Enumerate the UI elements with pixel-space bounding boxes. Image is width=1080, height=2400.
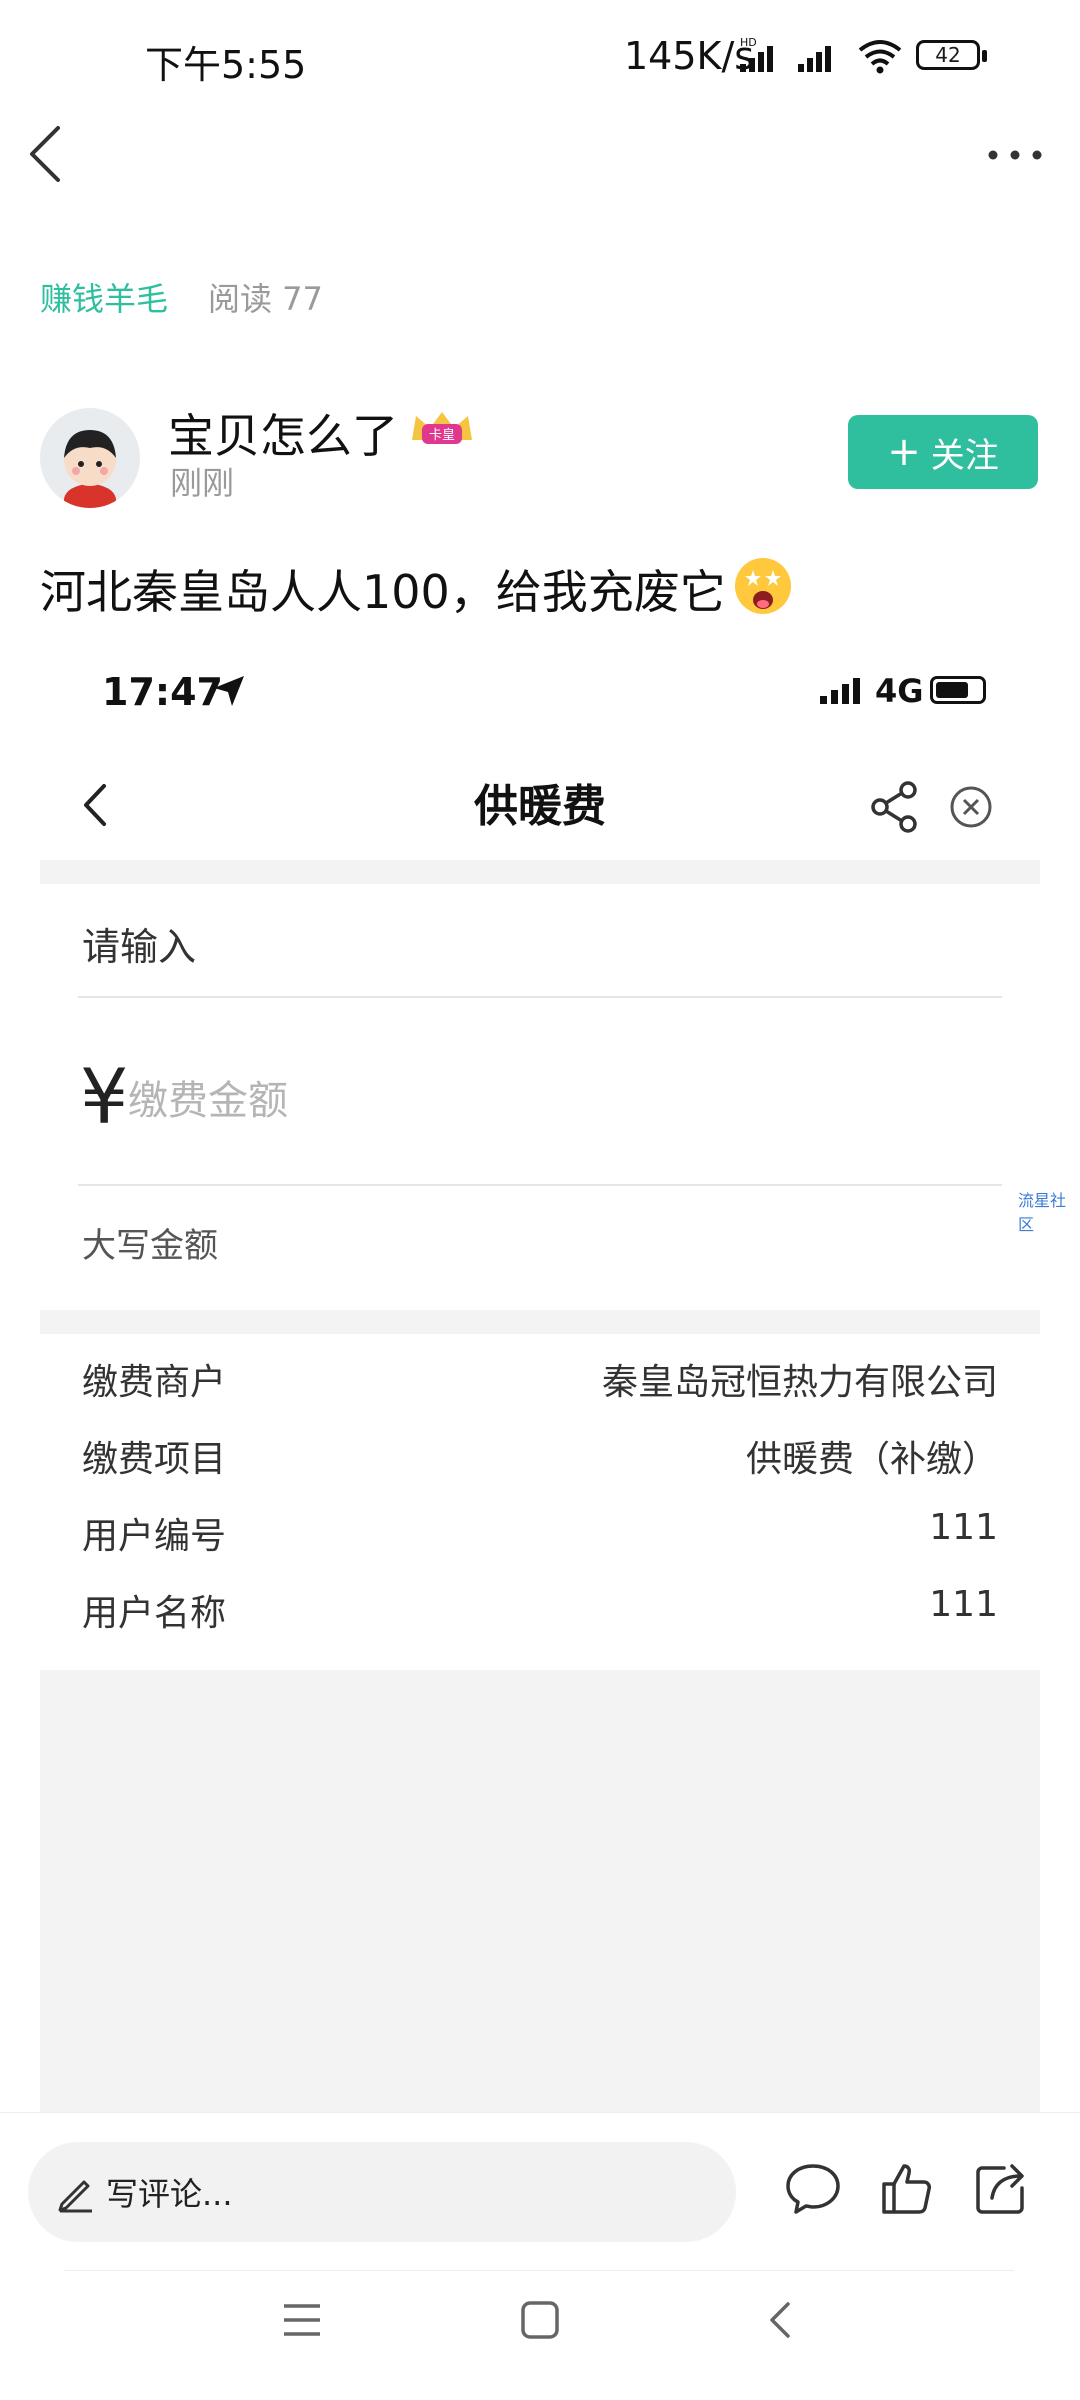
home-icon[interactable] <box>520 2300 560 2340</box>
wifi-icon <box>858 40 902 74</box>
author-name[interactable]: 宝贝怎么了 <box>168 400 398 466</box>
battery-icon: 42 <box>916 40 980 70</box>
like-icon[interactable] <box>878 2160 934 2216</box>
row-label: 用户编号 <box>82 1516 227 1557</box>
gray-spacer <box>40 860 1040 884</box>
avatar[interactable] <box>40 408 140 508</box>
hd-signal-icon: HD <box>740 36 773 72</box>
inner-battery-icon <box>930 676 986 704</box>
divider <box>78 1184 1002 1186</box>
row-value: 111 <box>929 1507 998 1548</box>
watermark: 流星社区 <box>1018 1191 1067 1234</box>
battery-level: 42 <box>935 43 961 67</box>
empty-area <box>40 1670 1040 2112</box>
comment-icon[interactable] <box>784 2162 842 2216</box>
amount-input[interactable]: 缴费金额 <box>128 1068 288 1126</box>
close-circle-icon[interactable] <box>948 784 994 830</box>
net-speed: 145K/s <box>624 34 755 78</box>
input-field[interactable]: 请输入 <box>82 916 196 971</box>
battery-tip <box>982 50 987 62</box>
uppercase-amount-label: 大写金额 <box>82 1226 218 1266</box>
plus-icon: + <box>887 429 921 475</box>
signal-icon <box>798 46 831 72</box>
follow-button[interactable]: + 关注 <box>848 415 1038 489</box>
inner-signal-icon <box>820 678 860 704</box>
post-text: 河北秦皇岛人人100，给我充废它 <box>40 565 726 619</box>
row-value: 秦皇岛冠恒热力有限公司 <box>601 1362 998 1403</box>
status-time: 下午5:55 <box>145 43 307 87</box>
chevron-left-icon[interactable] <box>22 120 72 190</box>
location-arrow-icon <box>214 676 244 706</box>
inner-status-time: 17:47 <box>102 670 223 714</box>
badge-text: 卡皇 <box>429 428 455 443</box>
embedded-screenshot[interactable]: 17:47 4G 供暖费 请输入 ¥ 缴费金额 大写金额 缴费商户 秦皇岛冠恒热… <box>40 640 1040 2112</box>
divider <box>64 2270 1014 2271</box>
row-label: 缴费商户 <box>82 1362 227 1403</box>
more-icon[interactable] <box>985 140 1045 170</box>
follow-label: 关注 <box>930 435 999 476</box>
share-icon[interactable] <box>868 780 920 834</box>
read-count: 阅读 77 <box>208 280 323 318</box>
comment-input[interactable]: 写评论... <box>28 2142 736 2242</box>
row-label: 用户名称 <box>82 1593 227 1634</box>
comment-placeholder: 写评论... <box>106 2175 233 2213</box>
crown-badge-icon: 卡皇 <box>408 410 476 450</box>
divider <box>78 996 1002 998</box>
share-out-icon[interactable] <box>974 2160 1030 2216</box>
row-label: 缴费项目 <box>82 1439 227 1480</box>
gray-spacer <box>40 1310 1040 1334</box>
svg-text:HD: HD <box>740 36 757 49</box>
row-value: 供暖费（补缴） <box>745 1439 998 1480</box>
system-back-icon[interactable] <box>764 2300 794 2340</box>
menu-icon[interactable] <box>282 2300 322 2340</box>
category-tag[interactable]: 赚钱羊毛 <box>40 274 168 320</box>
row-value: 111 <box>929 1584 998 1625</box>
pencil-icon <box>58 2180 92 2213</box>
currency-symbol: ¥ <box>80 1052 129 1141</box>
inner-network: 4G <box>875 672 924 710</box>
post-time: 刚刚 <box>170 464 235 502</box>
starstruck-emoji-icon <box>735 558 791 614</box>
